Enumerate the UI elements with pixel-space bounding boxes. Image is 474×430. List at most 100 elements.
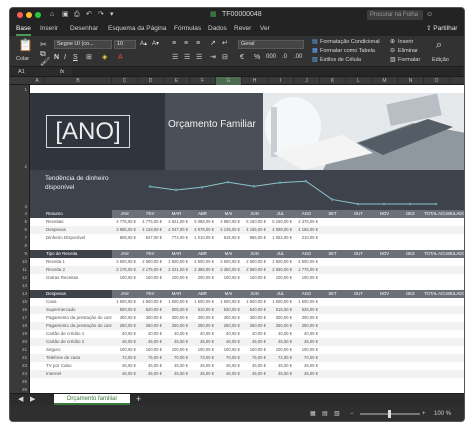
month-header[interactable]: AGO <box>294 210 319 218</box>
cell-value[interactable]: 2 500,00 € <box>112 258 137 266</box>
customize-toolbar-icon[interactable]: ▾ <box>110 10 114 20</box>
row-header[interactable]: 4 <box>10 210 29 218</box>
bold-icon[interactable]: N <box>54 53 59 62</box>
cell-value[interactable]: 1 500,00 € <box>216 298 241 306</box>
cell-value[interactable]: 45,00 € <box>112 370 137 378</box>
month-header[interactable]: JAN <box>112 250 137 258</box>
cell-value[interactable]: 45,00 € <box>216 370 241 378</box>
redo-icon[interactable]: ↷ <box>98 10 104 20</box>
col-header-l[interactable]: L <box>346 77 372 85</box>
cell-value[interactable]: 45,00 € <box>112 362 137 370</box>
tab-inserir[interactable]: Inserir <box>40 24 58 34</box>
row-header[interactable]: 7 <box>10 234 29 242</box>
italic-icon[interactable]: I <box>64 53 66 62</box>
save-icon[interactable]: ▣ <box>62 10 69 20</box>
cell-value[interactable]: 4 135,00 € <box>216 226 241 234</box>
col-header-k[interactable]: K <box>320 77 346 85</box>
month-header[interactable]: TOTAL ACUMULADO <box>424 250 464 258</box>
row-label[interactable]: Pagamento da prestação do carro <box>46 314 112 322</box>
cell-value[interactable]: 808,00 € <box>112 234 137 242</box>
row-label[interactable]: Cartão de crédito 1 <box>46 330 112 338</box>
cell-value[interactable]: 45,00 € <box>190 338 215 346</box>
cell-value[interactable]: 2 500,00 € <box>138 258 163 266</box>
insert-cells-button[interactable]: Inserir <box>398 38 413 46</box>
cell-value[interactable]: 73,00 € <box>190 354 215 362</box>
cell-value[interactable]: 1 010,00 € <box>190 234 215 242</box>
cell-value[interactable]: 72,00 € <box>268 354 293 362</box>
format-painter-icon[interactable]: 🖌 <box>40 57 50 66</box>
row-header[interactable]: 8 <box>10 242 29 250</box>
cell-value[interactable]: 4 098,00 € <box>268 226 293 234</box>
month-header[interactable]: DEZ <box>398 250 423 258</box>
cell-value[interactable]: 1 500,00 € <box>164 298 189 306</box>
cell-value[interactable]: 300,00 € <box>190 314 215 322</box>
cell-value[interactable]: 100,00 € <box>242 346 267 354</box>
cell-value[interactable]: 647,00 € <box>138 234 163 242</box>
month-header[interactable]: JAN <box>112 210 137 218</box>
row-header[interactable]: 9 <box>10 250 29 258</box>
undo-icon[interactable]: ↶ <box>86 10 92 20</box>
cell-value[interactable]: 985,00 € <box>242 234 267 242</box>
cell-value[interactable]: 300,00 € <box>294 314 319 322</box>
cell-value[interactable]: 2 500,00 € <box>216 258 241 266</box>
col-header-m[interactable]: M <box>372 77 398 85</box>
row-label[interactable]: Despesas <box>46 226 112 234</box>
close-window-button[interactable] <box>17 12 23 18</box>
maximize-window-button[interactable] <box>35 12 41 18</box>
cell-value[interactable]: 45,00 € <box>138 362 163 370</box>
font-name-select[interactable]: Segoe UI (co... <box>54 40 112 49</box>
accounting-format-icon[interactable]: € <box>240 53 244 62</box>
cell-value[interactable]: 45,00 € <box>268 362 293 370</box>
row-label[interactable]: Pagamento da prestação do carro <box>46 322 112 330</box>
align-top-icon[interactable]: ≡ <box>172 39 176 48</box>
cell-value[interactable]: 4 078,00 € <box>190 226 215 234</box>
row-header[interactable]: 5 <box>10 218 29 226</box>
cell-value[interactable]: 45,00 € <box>164 338 189 346</box>
cell-value[interactable]: 45,00 € <box>216 362 241 370</box>
col-header-g[interactable]: G <box>216 77 242 85</box>
month-header[interactable]: SET <box>320 290 345 298</box>
cell-value[interactable]: 300,00 € <box>268 314 293 322</box>
cell-value[interactable]: 515,00 € <box>268 306 293 314</box>
month-header[interactable]: NOV <box>372 290 397 298</box>
col-header-b[interactable]: B <box>45 77 112 85</box>
cell-value[interactable]: 70,00 € <box>294 354 319 362</box>
cell-value[interactable]: 300,00 € <box>112 314 137 322</box>
cell-value[interactable]: 45,00 € <box>294 370 319 378</box>
cell-value[interactable]: 4 128,00 € <box>138 226 163 234</box>
section-title[interactable]: Despesas <box>46 290 66 298</box>
prev-sheet-icon[interactable]: ◀ <box>18 395 23 404</box>
cell-value[interactable]: 2 500,00 € <box>268 258 293 266</box>
font-size-select[interactable]: 10 <box>114 40 136 49</box>
cell-value[interactable]: 2 388,00 € <box>190 266 215 274</box>
page-layout-icon[interactable]: ▤ <box>322 410 328 418</box>
cell-value[interactable]: 45,00 € <box>294 362 319 370</box>
align-middle-icon[interactable]: ≡ <box>184 39 188 48</box>
row-header[interactable]: 20 <box>10 338 29 346</box>
cell-value[interactable]: 100,00 € <box>268 346 293 354</box>
align-center-icon[interactable]: ☰ <box>184 53 190 62</box>
cell-value[interactable]: 540,00 € <box>242 306 267 314</box>
month-header[interactable]: FEV <box>138 250 163 258</box>
number-format-select[interactable]: Geral <box>238 40 304 49</box>
row-label[interactable]: Receita 2 <box>46 266 112 274</box>
month-header[interactable]: MAI <box>216 250 241 258</box>
cell-value[interactable]: 45,00 € <box>242 362 267 370</box>
col-header-a[interactable]: A <box>30 77 45 85</box>
cell-value[interactable]: 40,00 € <box>190 330 215 338</box>
cell-value[interactable]: 4 775,00 € <box>112 218 137 226</box>
row-header[interactable]: 22 <box>10 354 29 362</box>
comma-style-icon[interactable]: 000 <box>266 53 276 62</box>
month-header[interactable]: MAR <box>164 290 189 298</box>
cell-value[interactable]: 45,00 € <box>138 338 163 346</box>
row-header[interactable]: 13 <box>10 282 29 290</box>
cell-value[interactable]: 100,00 € <box>164 346 189 354</box>
row-label[interactable]: Receita 1 <box>46 258 112 266</box>
cell-value[interactable]: 4 375,00 € <box>294 218 319 226</box>
month-header[interactable]: TOTAL ACUMULADO <box>424 210 464 218</box>
cell-value[interactable]: 200,00 € <box>190 274 215 282</box>
cell-value[interactable]: 45,00 € <box>216 338 241 346</box>
cell-value[interactable]: 4 950,00 € <box>216 218 241 226</box>
row-label[interactable]: Internet <box>46 370 112 378</box>
row-label[interactable]: Telefone de casa <box>46 354 112 362</box>
